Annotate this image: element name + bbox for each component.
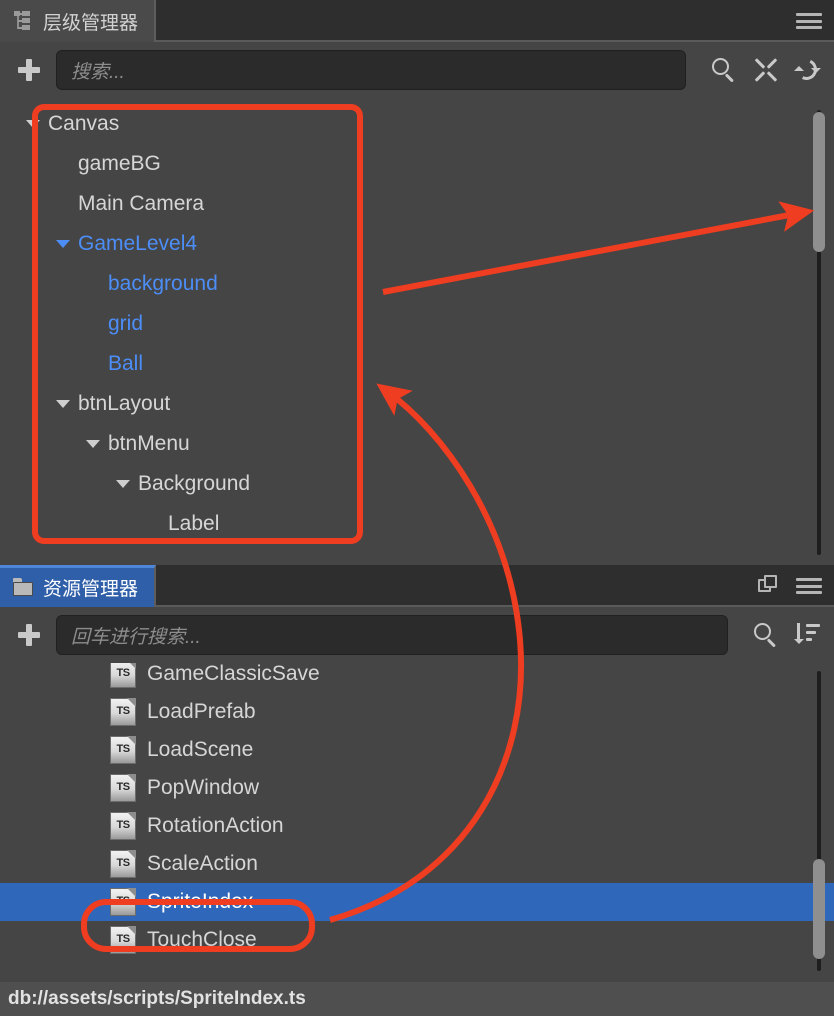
collapse-all-icon[interactable] (752, 56, 780, 84)
file-name: RotationAction (147, 814, 284, 837)
hierarchy-toolbar: 搜索... (0, 42, 834, 98)
hierarchy-tabbar: 层级管理器 (0, 0, 834, 42)
hierarchy-tree-icon (12, 10, 34, 32)
hierarchy-tabbar-actions (796, 0, 834, 42)
assets-panel: 资源管理器 回车进行搜索... TS GameClassicSave TS LoadP… (0, 565, 834, 982)
tab-hierarchy-label: 层级管理器 (43, 12, 139, 34)
list-item[interactable]: TS TouchClose (0, 921, 834, 959)
typescript-file-icon: TS (110, 774, 136, 802)
status-bar: db://assets/scripts/SpriteIndex.ts (0, 982, 834, 1016)
tree-item-label: Label (168, 512, 220, 535)
file-type-label: TS (116, 857, 130, 869)
tree-item-label: GameLevel4 (78, 232, 198, 255)
tree-item-gamelevel4[interactable]: GameLevel4 (0, 224, 834, 264)
assets-tabbar: 资源管理器 (0, 565, 834, 607)
tab-assets[interactable]: 资源管理器 (0, 565, 157, 607)
tree-item-gamebg[interactable]: gameBG (0, 144, 834, 184)
file-type-label: TS (116, 743, 130, 755)
tree-item-label: background (108, 272, 218, 295)
file-type-label: TS (116, 895, 130, 907)
file-name: ScaleAction (147, 852, 258, 875)
list-item[interactable]: TS PopWindow (0, 769, 834, 807)
list-item[interactable]: TS LoadScene (0, 731, 834, 769)
file-name: LoadPrefab (147, 700, 256, 723)
tab-hierarchy[interactable]: 层级管理器 (0, 0, 157, 42)
tree-item-label: Ball (108, 352, 144, 375)
editor-window: 层级管理器 搜索... Canvas gameBG Main Camera GameL… (0, 0, 834, 1016)
tree-item-btnlayout[interactable]: btnLayout (0, 384, 834, 424)
tree-item-label: Main Camera (78, 192, 205, 215)
assets-file-list: TS GameClassicSave TS LoadPrefab TS LoadScene… (0, 663, 834, 982)
file-type-label: TS (116, 819, 130, 831)
hierarchy-tree: Canvas gameBG Main Camera GameLevel4 backgro… (0, 98, 834, 565)
tab-assets-label: 资源管理器 (43, 579, 139, 600)
assets-toolbar: 回车进行搜索... (0, 607, 834, 663)
duplicate-icon[interactable] (758, 575, 780, 597)
typescript-file-icon: TS (110, 812, 136, 840)
typescript-file-icon: TS (110, 698, 136, 726)
list-item[interactable]: TS ScaleAction (0, 845, 834, 883)
list-item[interactable]: TS GameClassicSave (0, 663, 834, 693)
hierarchy-panel: 层级管理器 搜索... Canvas gameBG Main Camera GameL… (0, 0, 834, 565)
refresh-icon[interactable] (793, 56, 822, 84)
typescript-file-icon: TS (110, 888, 136, 916)
status-path: db://assets/scripts/SpriteIndex.ts (8, 988, 306, 1009)
tree-item-btnmenu[interactable]: btnMenu (0, 424, 834, 464)
typescript-file-icon: TS (110, 663, 136, 688)
list-item[interactable]: TS RotationAction (0, 807, 834, 845)
file-name: SpriteIndex (147, 890, 254, 913)
tree-item-label: gameBG (78, 152, 161, 175)
typescript-file-icon: TS (110, 850, 136, 878)
tree-item-label[interactable]: Label (0, 504, 834, 544)
search-placeholder: 回车进行搜索... (71, 626, 201, 648)
assets-scrollbar-thumb[interactable] (813, 859, 825, 959)
file-name: TouchClose (147, 928, 257, 951)
file-type-label: TS (116, 933, 130, 945)
file-name: PopWindow (147, 776, 260, 799)
plus-icon[interactable] (12, 618, 46, 652)
folder-icon (12, 577, 34, 599)
search-placeholder: 搜索... (71, 61, 125, 83)
hierarchy-tool-icons (696, 56, 822, 84)
search-icon[interactable] (752, 621, 780, 649)
typescript-file-icon: TS (110, 926, 136, 954)
search-icon[interactable] (710, 56, 738, 84)
typescript-file-icon: TS (110, 736, 136, 764)
sort-descending-icon[interactable] (794, 621, 822, 649)
list-item[interactable]: TS LoadPrefab (0, 693, 834, 731)
search-input[interactable]: 回车进行搜索... (56, 615, 728, 655)
hierarchy-scrollbar-thumb[interactable] (813, 112, 825, 252)
assets-tool-icons (738, 621, 822, 649)
file-name: LoadScene (147, 738, 254, 761)
tree-item-label: Canvas (48, 112, 120, 135)
tree-item-canvas[interactable]: Canvas (0, 104, 834, 144)
chevron-down-icon[interactable] (56, 240, 70, 248)
file-type-label: TS (116, 781, 130, 793)
tree-item-label: btnLayout (78, 392, 171, 415)
file-name: GameClassicSave (147, 663, 320, 685)
tree-item-label: grid (108, 312, 144, 335)
tree-item-ball[interactable]: Ball (0, 344, 834, 384)
hamburger-menu-icon[interactable] (796, 576, 822, 596)
tree-item-main-camera[interactable]: Main Camera (0, 184, 834, 224)
tree-item-label: Background (138, 472, 251, 495)
tree-item-grid[interactable]: grid (0, 304, 834, 344)
chevron-down-icon[interactable] (26, 120, 40, 128)
chevron-down-icon[interactable] (86, 440, 100, 448)
assets-tabbar-actions (758, 565, 834, 607)
chevron-down-icon[interactable] (116, 480, 130, 488)
list-item[interactable]: TS SpriteIndex (0, 883, 834, 921)
chevron-down-icon[interactable] (56, 400, 70, 408)
search-input[interactable]: 搜索... (56, 50, 686, 90)
plus-icon[interactable] (12, 53, 46, 87)
hamburger-menu-icon[interactable] (796, 11, 822, 31)
tree-item-label: btnMenu (108, 432, 190, 455)
file-type-label: TS (116, 667, 130, 679)
file-type-label: TS (116, 705, 130, 717)
tree-item-background[interactable]: Background (0, 464, 834, 504)
tree-item-background[interactable]: background (0, 264, 834, 304)
